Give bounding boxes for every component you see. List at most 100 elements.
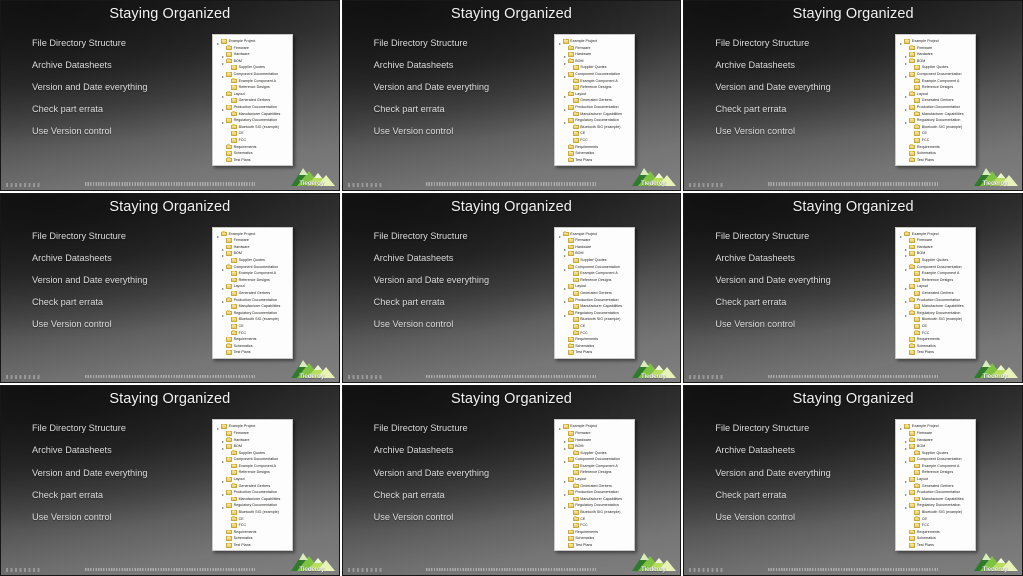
tree-node[interactable]: Firmware [215, 45, 290, 52]
tree-node[interactable]: Test Plans [557, 157, 632, 164]
tree-node[interactable]: Component Documentation [215, 264, 290, 271]
slide-thumbnail-8[interactable]: Staying Organized File Directory Structu… [341, 385, 682, 576]
tree-node[interactable]: Bluetooth SIG (example) [215, 316, 290, 323]
tree-node[interactable]: Generated Gerbers [215, 483, 290, 490]
tree-node[interactable]: Production Documentation [898, 104, 973, 111]
tree-node[interactable]: Example Component A [215, 78, 290, 85]
tree-node[interactable]: Test Plans [557, 542, 632, 549]
tree-node[interactable]: Component Documentation [215, 456, 290, 464]
tree-node[interactable]: FCC [557, 522, 632, 529]
tree-node[interactable]: Example Component A [898, 270, 973, 277]
tree-node[interactable]: BOM [898, 443, 973, 451]
tree-node[interactable]: Manufacturer Capabilities [898, 111, 973, 118]
tree-node[interactable]: Layout [898, 283, 973, 291]
tree-node[interactable]: Manufacturer Capabilities [215, 303, 290, 310]
tree-node[interactable]: CE [898, 516, 973, 523]
tree-node[interactable]: Regulatory Documentation [215, 117, 290, 125]
tree-node[interactable]: CE [557, 130, 632, 137]
tree-node[interactable]: Production Documentation [215, 104, 290, 111]
tree-node[interactable]: BOM [215, 250, 290, 258]
tree-node[interactable]: FCC [898, 522, 973, 529]
tree-node[interactable]: Hardware [215, 51, 290, 59]
tree-node[interactable]: Production Documentation [215, 489, 290, 497]
tree-node[interactable]: Example Component A [215, 463, 290, 470]
file-directory-tree[interactable]: Example Project Firmware Hardware BOM Suppli… [553, 226, 635, 359]
tree-node[interactable]: Regulatory Documentation [215, 310, 290, 317]
tree-node[interactable]: Hardware [215, 437, 290, 444]
tree-node[interactable]: Requirements [898, 529, 973, 536]
tree-node[interactable]: Requirements [557, 336, 632, 343]
tree-node[interactable]: Schematics [557, 535, 632, 542]
tree-node[interactable]: Bluetooth SIG (example) [557, 509, 632, 516]
tree-node[interactable]: CE [898, 323, 973, 330]
tree-node[interactable]: BOM [557, 250, 632, 258]
tree-node[interactable]: Firmware [898, 45, 973, 52]
tree-node[interactable]: Regulatory Documentation [557, 310, 632, 317]
file-directory-tree[interactable]: Example Project Firmware Hardware BOM Suppli… [895, 226, 977, 359]
tree-node[interactable]: Reference Designs [898, 277, 973, 284]
tree-node[interactable]: BOM [898, 58, 973, 65]
tree-node[interactable]: Generated Gerbers [215, 290, 290, 297]
tree-node[interactable]: Example Component A [898, 78, 973, 85]
tree-node[interactable]: Test Plans [898, 542, 973, 549]
tree-node[interactable]: Manufacturer Capabilities [898, 303, 973, 310]
tree-node[interactable]: Generated Gerbers [898, 290, 973, 297]
tree-node[interactable]: Manufacturer Capabilities [215, 496, 290, 503]
tree-node[interactable]: Layout [215, 476, 290, 483]
tree-node[interactable]: Test Plans [898, 157, 973, 164]
tree-node[interactable]: Production Documentation [898, 489, 973, 497]
tree-node[interactable]: Schematics [898, 150, 973, 157]
tree-node[interactable]: Reference Designs [215, 277, 290, 284]
tree-node[interactable]: Generated Gerbers [557, 483, 632, 490]
tree-node[interactable]: Supplier Quotes [898, 450, 973, 457]
tree-node[interactable]: Layout [557, 283, 632, 291]
tree-node[interactable]: Bluetooth SIG (example) [898, 124, 973, 131]
slide-thumbnail-2[interactable]: Staying Organized File Directory Structu… [341, 0, 682, 191]
tree-node[interactable]: Reference Designs [557, 277, 632, 284]
tree-node[interactable]: Supplier Quotes [557, 450, 632, 457]
tree-node[interactable]: Generated Gerbers [557, 97, 632, 104]
tree-node[interactable]: Example Project [215, 38, 290, 45]
tree-node[interactable]: FCC [557, 137, 632, 144]
tree-node[interactable]: Production Documentation [898, 297, 973, 304]
tree-node[interactable]: Manufacturer Capabilities [898, 496, 973, 503]
tree-node[interactable]: Example Project [557, 423, 632, 431]
tree-node[interactable]: Supplier Quotes [557, 257, 632, 264]
tree-node[interactable]: Requirements [557, 144, 632, 151]
tree-node[interactable]: BOM [215, 58, 290, 65]
slide-thumbnail-4[interactable]: Staying Organized File Directory Structu… [0, 192, 340, 384]
tree-node[interactable]: Bluetooth SIG (example) [898, 509, 973, 516]
tree-node[interactable]: Regulatory Documentation [557, 502, 632, 510]
tree-node[interactable]: CE [215, 516, 290, 523]
tree-node[interactable]: Supplier Quotes [215, 257, 290, 264]
tree-node[interactable]: Schematics [215, 343, 290, 350]
tree-node[interactable]: FCC [215, 137, 290, 144]
tree-node[interactable]: Requirements [215, 529, 290, 536]
tree-node[interactable]: FCC [898, 330, 973, 337]
tree-node[interactable]: Layout [215, 91, 290, 98]
tree-node[interactable]: Requirements [215, 336, 290, 343]
slide-thumbnail-9[interactable]: Staying Organized File Directory Structu… [683, 385, 1023, 576]
tree-node[interactable]: Example Component A [557, 463, 632, 470]
tree-node[interactable]: CE [215, 130, 290, 137]
tree-node[interactable]: Schematics [898, 343, 973, 350]
tree-node[interactable]: Manufacturer Capabilities [557, 303, 632, 310]
tree-node[interactable]: Requirements [898, 144, 973, 151]
tree-node[interactable]: Manufacturer Capabilities [557, 111, 632, 118]
tree-node[interactable]: Test Plans [557, 349, 632, 356]
tree-node[interactable]: Supplier Quotes [215, 450, 290, 457]
tree-node[interactable]: CE [898, 130, 973, 137]
tree-node[interactable]: Regulatory Documentation [898, 117, 973, 125]
tree-node[interactable]: Schematics [557, 343, 632, 350]
tree-node[interactable]: Layout [557, 91, 632, 98]
tree-node[interactable]: Regulatory Documentation [898, 502, 973, 510]
tree-node[interactable]: Generated Gerbers [898, 97, 973, 104]
tree-node[interactable]: Hardware [557, 437, 632, 444]
tree-node[interactable]: Supplier Quotes [557, 64, 632, 71]
tree-node[interactable]: Requirements [557, 529, 632, 536]
tree-node[interactable]: Example Project [215, 231, 290, 238]
tree-node[interactable]: Example Component A [557, 78, 632, 85]
tree-node[interactable]: Example Component A [898, 463, 973, 470]
tree-node[interactable]: Production Documentation [215, 297, 290, 304]
tree-node[interactable]: Manufacturer Capabilities [215, 111, 290, 118]
